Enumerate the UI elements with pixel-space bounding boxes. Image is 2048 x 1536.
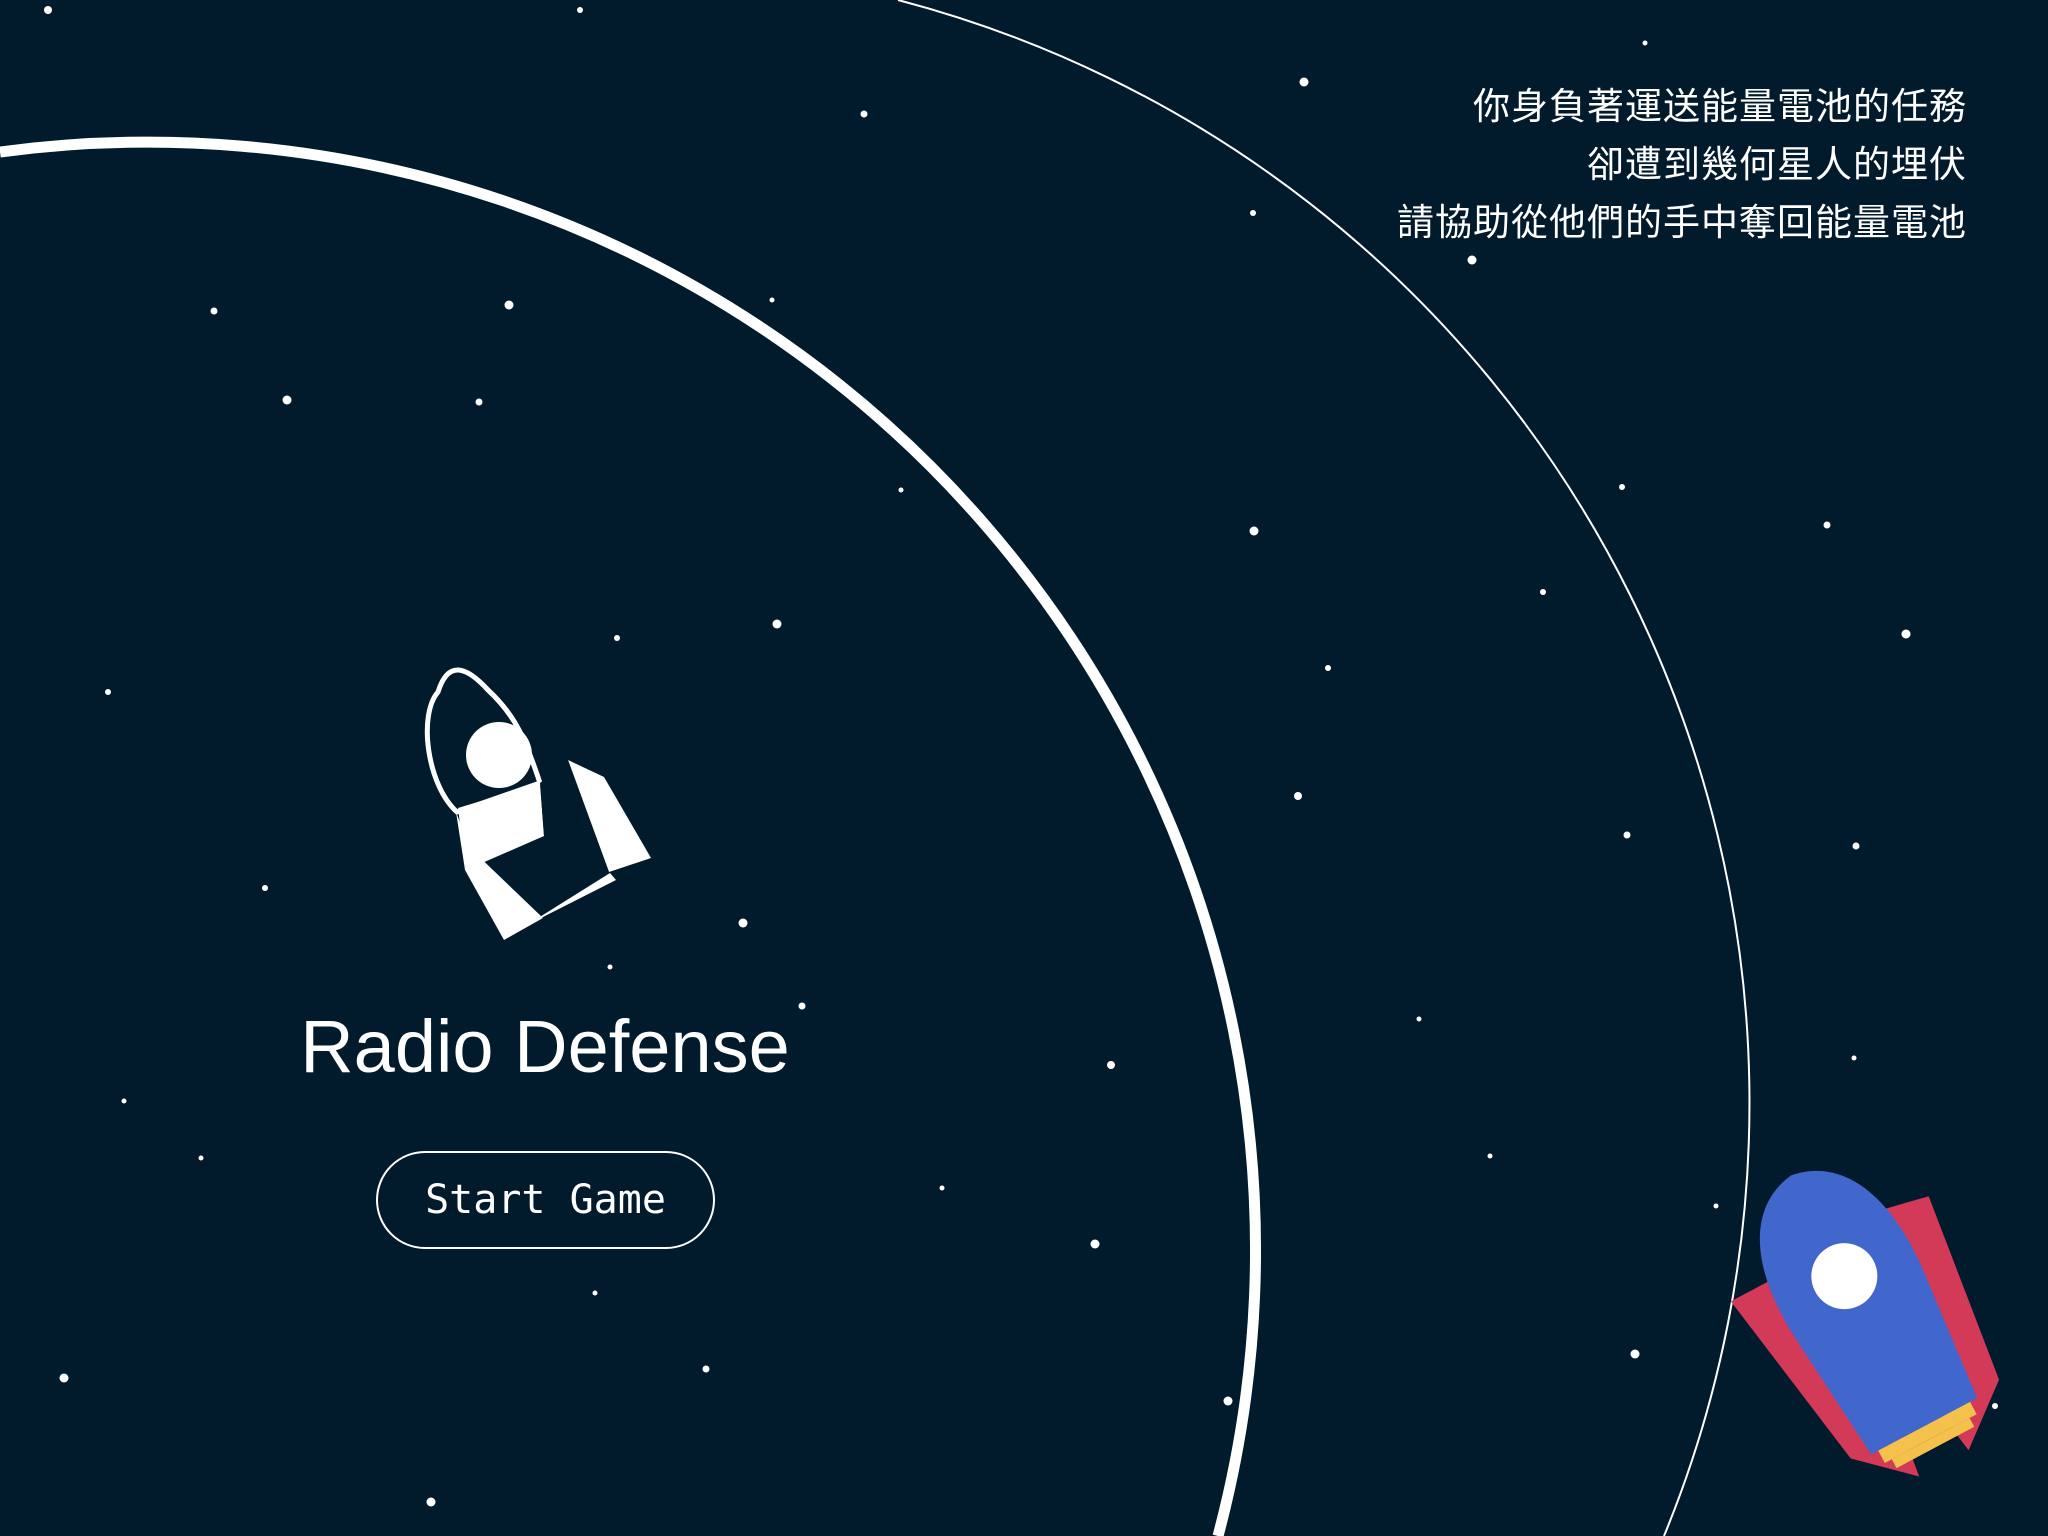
mission-story-text: 你身負著運送能量電池的任務 卻遭到幾何星人的埋伏 請協助從他們的手中奪回能量電池 — [1397, 78, 1967, 252]
rocket-icon — [1730, 1171, 2000, 1477]
star — [1823, 521, 1831, 529]
star — [262, 885, 268, 891]
star — [1540, 589, 1546, 595]
game-title: Radio Defense — [300, 1005, 790, 1088]
star — [1619, 484, 1625, 490]
star — [1325, 665, 1331, 671]
star — [1623, 831, 1631, 839]
star — [1851, 1055, 1857, 1061]
star — [592, 1290, 598, 1296]
star — [210, 307, 218, 315]
star — [426, 1497, 436, 1507]
star — [1901, 629, 1911, 639]
star — [1223, 1396, 1233, 1406]
star — [772, 619, 782, 629]
star — [59, 1373, 69, 1383]
story-line-3: 請協助從他們的手中奪回能量電池 — [1397, 201, 1967, 244]
star — [1294, 792, 1302, 800]
star — [614, 635, 620, 641]
star — [475, 398, 483, 406]
star — [1630, 1349, 1640, 1359]
star — [1299, 77, 1309, 87]
story-line-1: 你身負著運送能量電池的任務 — [1473, 85, 1967, 128]
star — [1249, 526, 1259, 536]
story-line-2: 卻遭到幾何星人的埋伏 — [1587, 143, 1967, 186]
star — [504, 300, 514, 310]
star — [105, 689, 111, 695]
game-screen: 你身負著運送能量電池的任務 卻遭到幾何星人的埋伏 請協助從他們的手中奪回能量電池… — [0, 0, 2048, 1536]
star — [1992, 1403, 1998, 1409]
star — [1852, 842, 1860, 850]
star — [1467, 255, 1477, 265]
star — [198, 1155, 204, 1161]
star — [1107, 1061, 1115, 1069]
star — [282, 395, 292, 405]
star — [860, 110, 868, 118]
star — [1487, 1153, 1493, 1159]
star — [1713, 1203, 1719, 1209]
star — [898, 487, 904, 493]
star — [121, 1098, 127, 1104]
star — [1250, 210, 1256, 216]
star — [769, 297, 775, 303]
start-game-button[interactable]: Start Game — [376, 1151, 715, 1249]
star — [1642, 40, 1648, 46]
star — [607, 964, 613, 970]
star — [939, 1185, 945, 1191]
rocket-outline-icon — [424, 667, 651, 940]
star — [702, 1365, 710, 1373]
star — [577, 7, 583, 13]
star — [738, 918, 748, 928]
star — [1090, 1239, 1100, 1249]
star — [1416, 1016, 1422, 1022]
star — [44, 6, 52, 14]
